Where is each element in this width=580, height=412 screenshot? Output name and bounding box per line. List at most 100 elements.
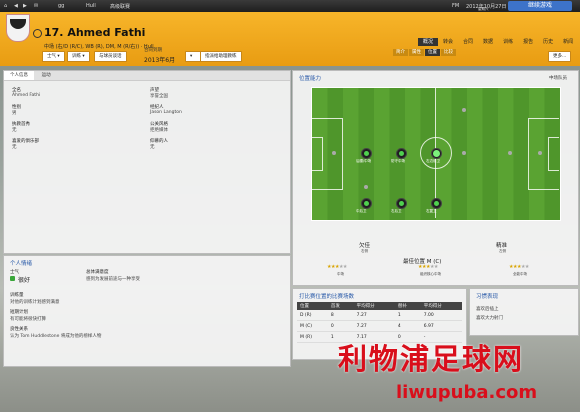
topbar-user[interactable]: gg (58, 3, 64, 9)
more-button[interactable]: 更多... (548, 51, 572, 62)
role1-stars: ★★★★★ (327, 264, 347, 270)
table-cell: 7.27 (353, 320, 395, 332)
tab-stats[interactable]: 数据 (478, 38, 498, 46)
info-value: 无 (12, 145, 17, 150)
personal-state-panel: 个人情绪 士气 很好 总体满意度 感到为发展前途与一种享受 训练量 对他的训练计… (3, 255, 291, 367)
habit-item: 喜欢大力射门 (476, 316, 503, 321)
position-dot[interactable] (361, 148, 372, 159)
role1-label: 中场 (337, 272, 344, 276)
column-header[interactable]: 位置 (297, 302, 328, 310)
position-dot[interactable] (396, 148, 407, 159)
subtab-attributes[interactable]: 属性 (409, 49, 424, 56)
competition-menu[interactable]: 高级联赛 (110, 3, 130, 10)
training-label: 训练量 (10, 293, 24, 298)
training-button[interactable]: 训练 ▾ (67, 51, 90, 62)
inbox-icon[interactable]: ✉ (34, 3, 38, 9)
info-value: 无 (150, 145, 155, 150)
subtab-profile[interactable]: 简介 (393, 49, 408, 56)
habit-item: 喜欢后插上 (476, 307, 499, 312)
top-bar: ⌂ ◀ ▶ ✉ gg Hull 高级联赛 FM 2012年10月27日 星期六 … (0, 0, 580, 12)
home-icon[interactable]: ⌂ (4, 3, 7, 9)
club-crest (6, 14, 30, 42)
tab-contract[interactable]: 合同 (458, 38, 478, 46)
morale-value: 很好 (18, 277, 31, 284)
column-header[interactable]: 平均得分 (353, 302, 395, 310)
morale-button[interactable]: 士气 ▾ (42, 51, 65, 62)
tab-sport[interactable]: 运动 (36, 71, 57, 80)
assign-coach-button[interactable]: 指派给助理教练 (200, 51, 242, 62)
subtab-compare[interactable]: 比较 (441, 49, 456, 56)
strong-foot-sub: 左侧 (499, 249, 506, 253)
tab-transfer[interactable]: 转会 (438, 38, 458, 46)
contract-expiry-label: 合同到期 (144, 48, 162, 53)
role2-label: 组织核心中场 (420, 272, 441, 276)
fm-menu[interactable]: FM (452, 3, 459, 9)
left-goal-box (312, 137, 323, 171)
continue-button[interactable]: 继续游戏 (508, 1, 572, 11)
table-cell: 0 (327, 320, 354, 332)
position-dot-label: 中后卫 (356, 209, 367, 213)
training-value: 对他的训练计划感到满意 (10, 300, 60, 305)
tab-history[interactable]: 历史 (538, 38, 558, 46)
pitch-diagram: 后腰/中场 防守中场 右边前卫 中后卫 右后卫 右翼卫 (311, 87, 561, 221)
tab-news[interactable]: 新闻 (558, 38, 578, 46)
position-dot-label: 后腰/中场 (356, 159, 372, 163)
watermark-chinese: 利物浦足球网 (338, 342, 525, 376)
table-row[interactable]: M (C) 0 7.27 4 6.97 (297, 320, 462, 332)
player-positions: 中场 (右/D (R/C), WB (R), DM, M (R/右)) · Hu… (44, 44, 154, 50)
best-position-dot[interactable] (431, 148, 442, 159)
shortlist-icon[interactable] (33, 29, 42, 38)
agent-link[interactable]: Jason Langton (150, 110, 182, 115)
more-button-label: 更多... (553, 54, 567, 59)
habits-panel: 习惯表现 喜欢后插上 喜欢大力射门 (469, 288, 579, 336)
table-cell: 6.97 (420, 320, 462, 332)
position-dot-label: 右边前卫 (426, 159, 440, 163)
player-tabs: 概况 转会 合同 数据 训练 报告 历史 新闻 (418, 38, 578, 46)
panel-title: 个人情绪 (10, 261, 33, 267)
satisfaction-value: 感到为发展前途与一种享受 (86, 277, 140, 282)
column-header[interactable]: 平均得分 (420, 302, 462, 310)
tab-training[interactable]: 训练 (498, 38, 518, 46)
info-value: 男 (12, 111, 17, 116)
column-header[interactable]: 替补 (394, 302, 421, 310)
personal-info-panel: 个人信息 运动 全名 Ahmed Fathi 性别 男 执教首秀 无 喜爱的俱乐… (3, 70, 291, 254)
role-label: 中场队员 (549, 76, 567, 81)
forward-icon[interactable]: ▶ (23, 3, 27, 9)
position-dot[interactable] (431, 198, 442, 209)
plan-label: 短期计划 (10, 310, 28, 315)
info-value: 拒绝媒体 (150, 128, 168, 133)
tab-personal-info[interactable]: 个人信息 (4, 71, 34, 80)
column-header[interactable]: 首发 (327, 302, 354, 310)
position-dot-label: 右翼卫 (426, 209, 437, 213)
back-icon[interactable]: ◀ (14, 3, 18, 9)
info-panel-tabs: 个人信息 运动 (4, 71, 290, 81)
plan-value: 有可能将很快打算 (10, 317, 46, 322)
strong-foot-title: 精准 (496, 243, 508, 249)
interact-button[interactable]: 与球员谈话 (94, 51, 127, 62)
training-button-label: 训练 (72, 54, 81, 59)
position-marker (364, 185, 368, 189)
position-dot[interactable] (396, 198, 407, 209)
position-marker (508, 151, 512, 155)
info-value: 享誉全国 (150, 94, 168, 99)
role3-label: 全能中场 (513, 272, 527, 276)
contract-expiry-value: 2013年6月 (144, 57, 176, 64)
club-selector[interactable]: Hull (86, 3, 96, 9)
table-cell: 1 (394, 310, 421, 321)
overview-subtabs: 简介 属性 位置 比较 (393, 49, 457, 56)
player-name: 17. Ahmed Fathi (44, 26, 146, 39)
relationship-value: 认为 Tom Huddlestone 将成为他的榜样人物 (10, 334, 102, 339)
relationship-label: 良性关系 (10, 327, 28, 332)
tab-reports[interactable]: 报告 (518, 38, 538, 46)
panel-title: 打比赛位置的比赛场数 (299, 294, 355, 300)
site-watermark: 利物浦足球网 liwupuba.com (338, 336, 580, 412)
position-dot-label: 右后卫 (391, 209, 402, 213)
table-cell: 8 (327, 310, 354, 321)
table-cell: M (R) (297, 331, 328, 343)
subtab-positions[interactable]: 位置 (425, 49, 440, 56)
table-row[interactable]: D (R) 8 7.27 1 7.00 (297, 310, 462, 321)
satisfaction-label: 总体满意度 (86, 270, 109, 275)
tab-overview[interactable]: 概况 (418, 38, 439, 46)
position-dot[interactable] (361, 198, 372, 209)
weak-foot-title: 欠佳 (359, 243, 371, 249)
